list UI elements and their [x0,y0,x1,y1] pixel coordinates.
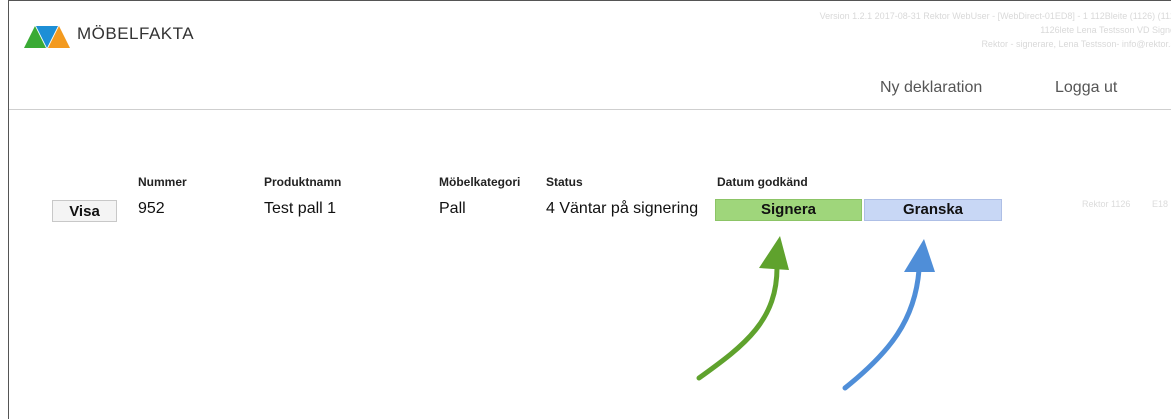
session-info-line: Version 1.2.1 2017-08-31 Rektor WebUser … [819,11,1171,21]
column-header-status: Status [546,175,583,189]
brand-name: MÖBELFAKTA [77,24,195,43]
row-category: Pall [439,200,466,217]
session-info-line: Rektor - signerare, Lena Testsson- info@… [981,39,1171,49]
nav-new-declaration[interactable]: Ny deklaration [880,79,982,97]
sign-button[interactable]: Signera [715,199,862,221]
mobelfakta-logo-icon [24,26,70,48]
column-header-category: Möbelkategori [439,175,521,189]
view-button[interactable]: Visa [52,200,117,222]
session-info: Version 1.2.1 2017-08-31 Rektor WebUser … [820,9,1171,51]
session-info-line: 1126lete Lena Testsson VD Signe [1040,25,1171,35]
nav-logout[interactable]: Logga ut [1055,79,1117,97]
column-header-product: Produktnamn [264,175,342,189]
header: MÖBELFAKTA Version 1.2.1 2017-08-31 Rekt… [9,1,1171,110]
column-header-number: Nummer [138,175,187,189]
row-extra-rektor: Rektor 1126 [1082,199,1131,209]
row-status: 4 Väntar på signering [546,200,699,217]
column-header-approved-date: Datum godkänd [717,175,808,189]
row-extra-code: E18 [1152,199,1169,209]
row-number: 952 [138,200,165,217]
row-product-name: Test pall 1 [264,200,337,217]
review-button[interactable]: Granska [864,199,1002,221]
